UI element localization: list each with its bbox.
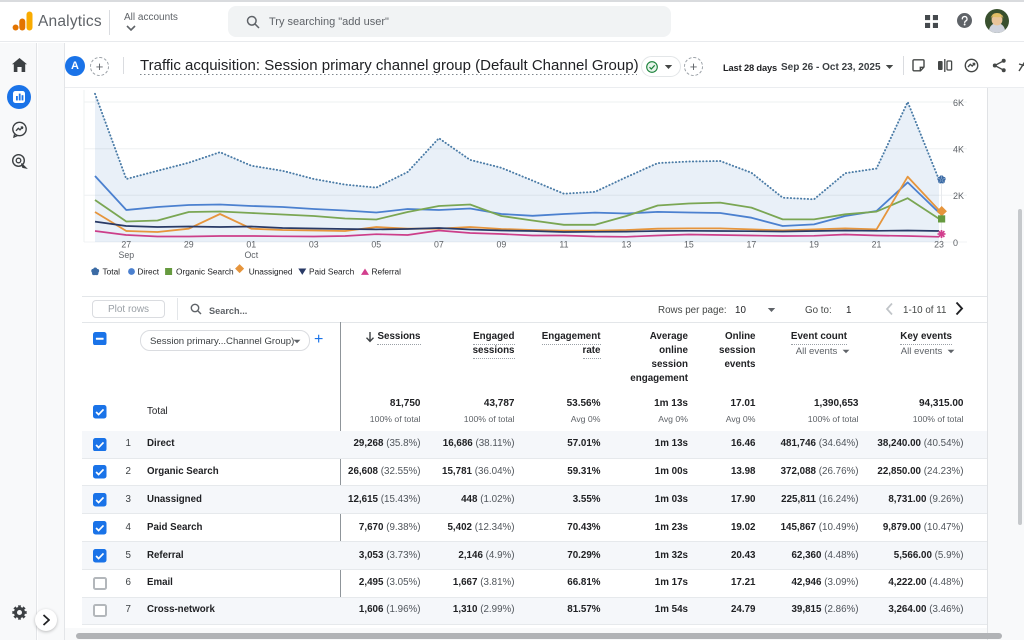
svg-text:15: 15 — [684, 240, 694, 250]
svg-text:23: 23 — [934, 240, 944, 250]
svg-text:05: 05 — [371, 240, 381, 250]
svg-text:21: 21 — [872, 240, 882, 250]
svg-text:27: 27 — [121, 240, 131, 250]
svg-text:13: 13 — [622, 240, 632, 250]
svg-text:2K: 2K — [953, 191, 964, 201]
svg-text:Oct: Oct — [244, 250, 258, 260]
svg-text:Referral: Referral — [372, 267, 402, 277]
svg-text:Organic Search: Organic Search — [176, 267, 234, 277]
svg-text:Total: Total — [103, 267, 121, 277]
svg-text:Direct: Direct — [137, 267, 159, 277]
svg-text:29: 29 — [184, 240, 194, 250]
svg-text:Unassigned: Unassigned — [249, 267, 293, 277]
svg-text:6K: 6K — [953, 98, 964, 108]
svg-text:Paid Search: Paid Search — [309, 267, 355, 277]
svg-text:17: 17 — [747, 240, 757, 250]
svg-text:01: 01 — [246, 240, 256, 250]
svg-text:19: 19 — [809, 240, 819, 250]
svg-text:Sep: Sep — [118, 250, 134, 260]
svg-text:07: 07 — [434, 240, 444, 250]
svg-text:11: 11 — [559, 240, 568, 250]
svg-text:0: 0 — [953, 238, 958, 248]
svg-text:09: 09 — [497, 240, 507, 250]
svg-text:03: 03 — [309, 240, 319, 250]
svg-text:4K: 4K — [953, 145, 964, 155]
